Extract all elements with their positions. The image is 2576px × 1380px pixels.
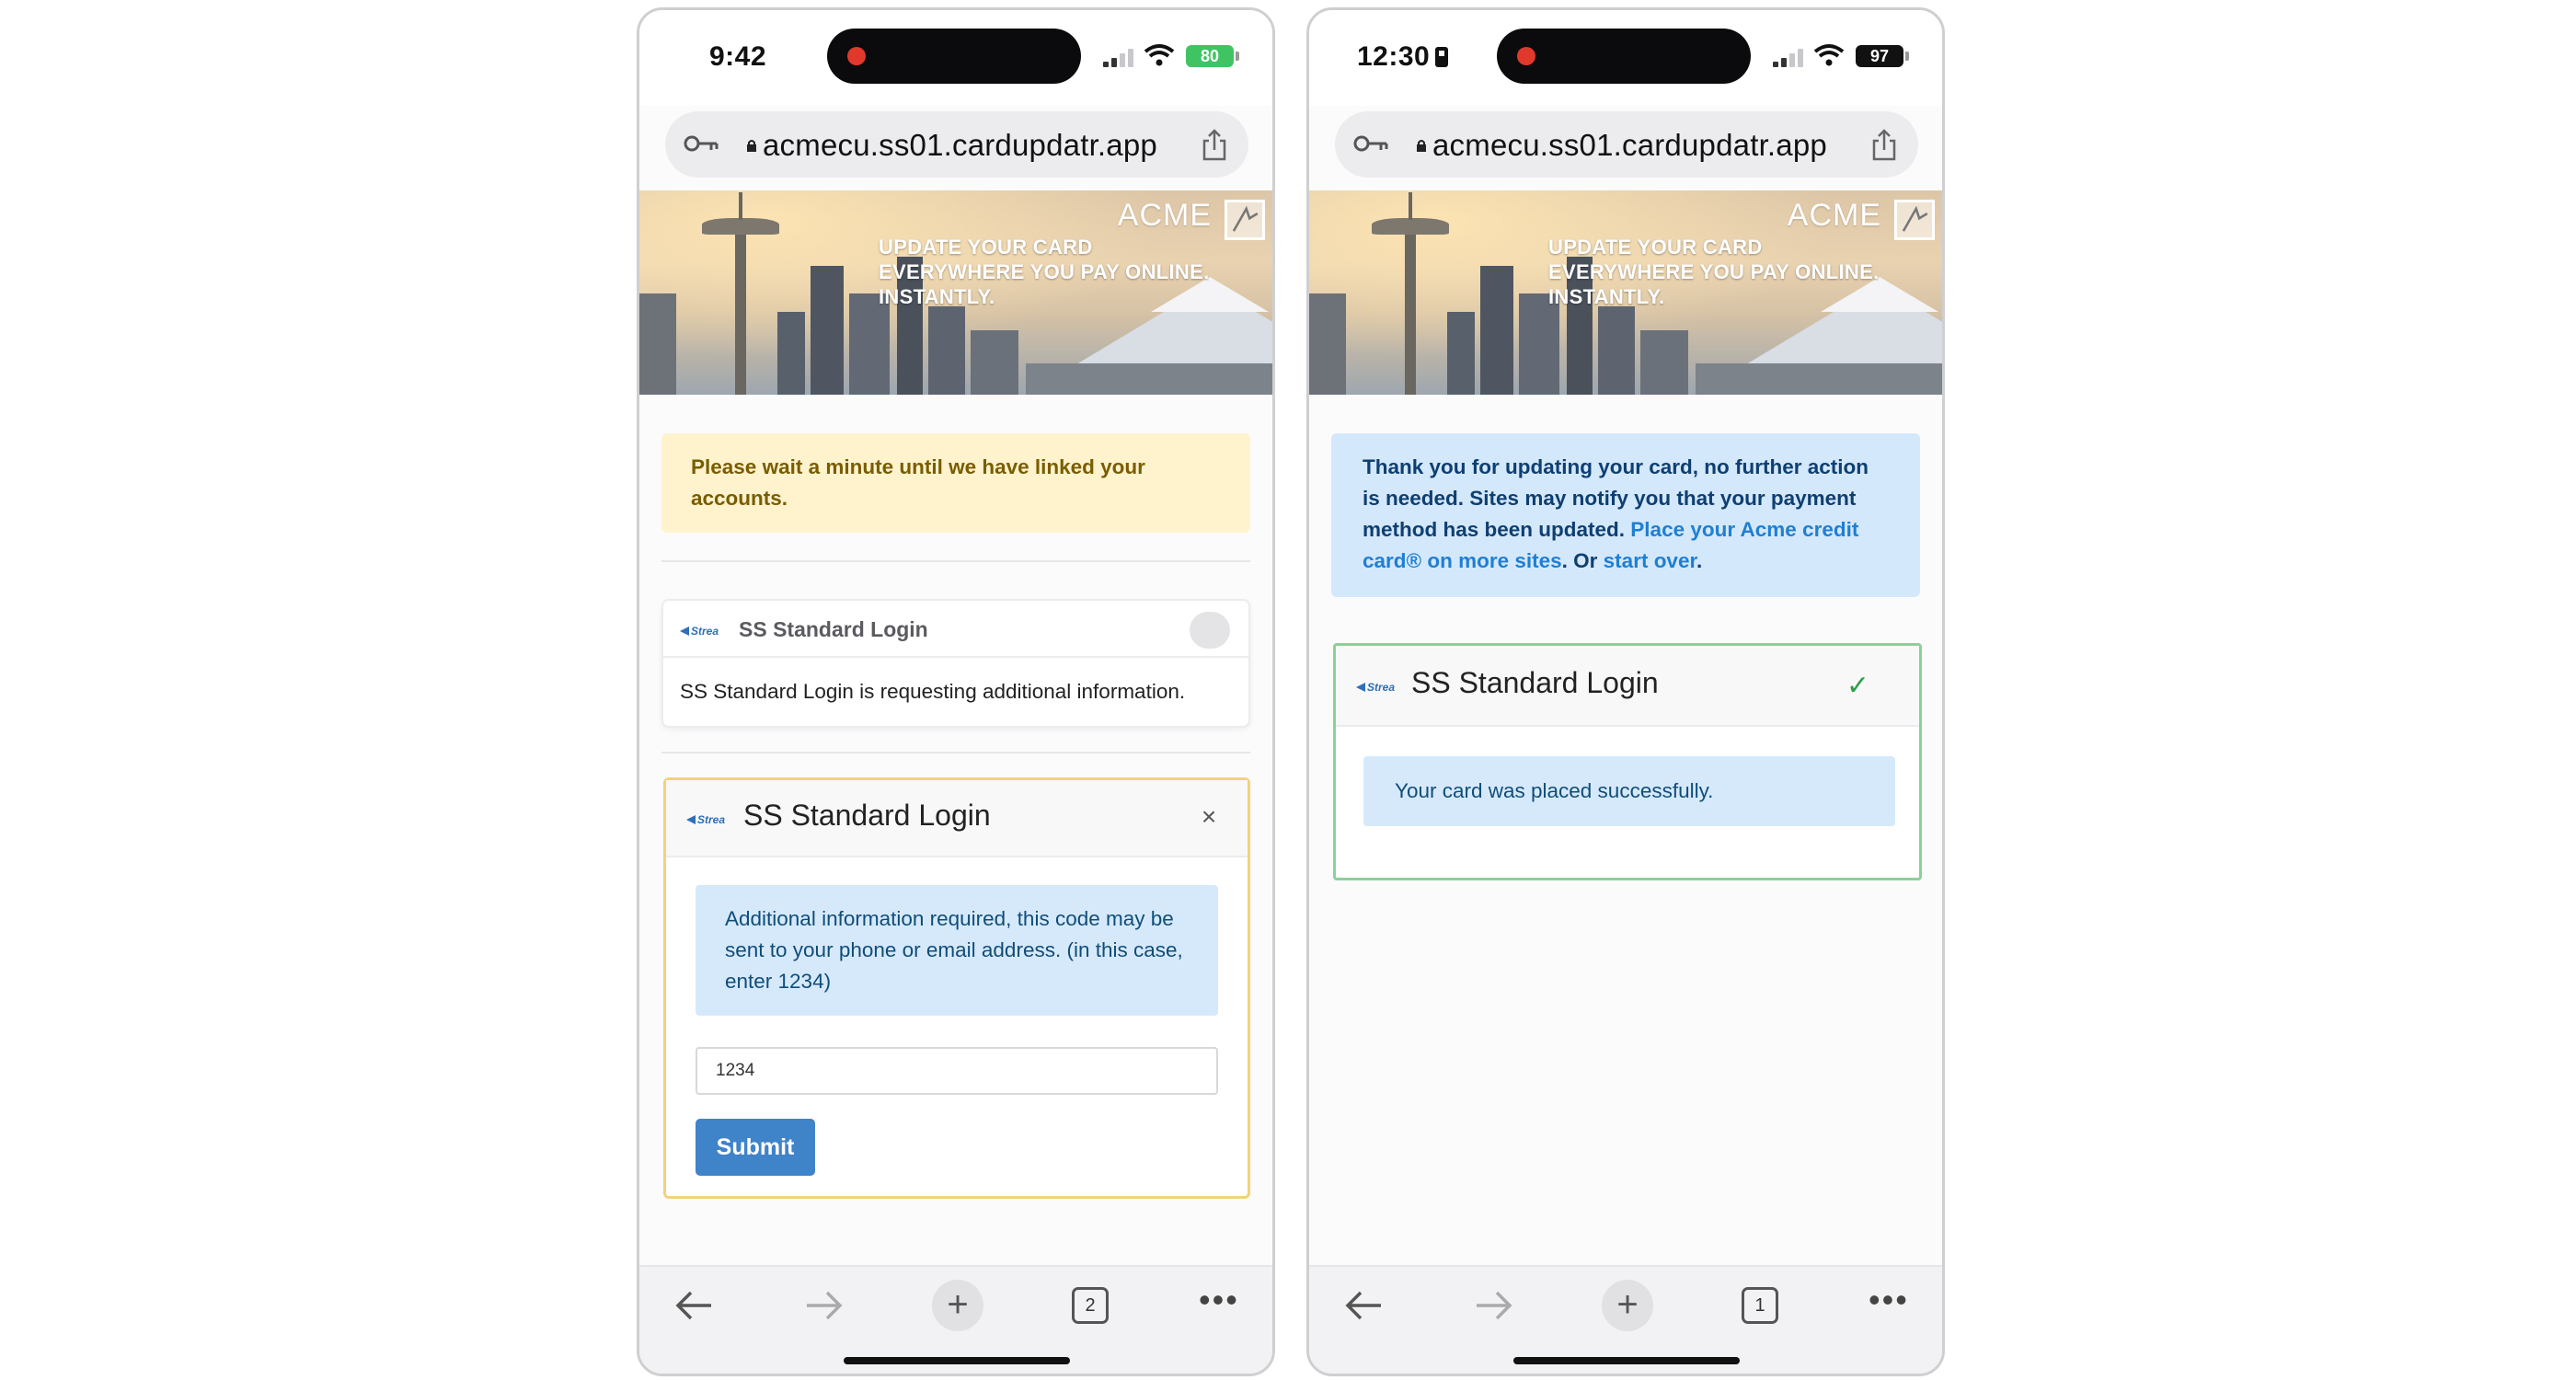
site-logo-icon: Strea bbox=[686, 810, 732, 828]
card-header: Strea SS Standard Login ✓ bbox=[1336, 646, 1919, 727]
check-icon: ✓ bbox=[1846, 671, 1869, 701]
url-text[interactable]: acmecu.ss01.cardupdatr.app bbox=[763, 128, 1157, 163]
back-arrow-icon[interactable] bbox=[673, 1287, 715, 1324]
success-card: Strea SS Standard Login ✓ Your card was … bbox=[1333, 643, 1922, 880]
hero-banner: UPDATE YOUR CARD EVERYWHERE YOU PAY ONLI… bbox=[1309, 190, 1942, 395]
acme-logo-icon bbox=[1894, 200, 1935, 240]
key-icon[interactable] bbox=[684, 132, 720, 155]
address-bar[interactable]: acmecu.ss01.cardupdatr.app bbox=[1335, 111, 1918, 178]
more-icon[interactable]: ••• bbox=[1199, 1283, 1243, 1318]
phone-right: 12:30 97 acmecu.ss01.cardupdatr.app UPDA… bbox=[1306, 7, 1945, 1376]
page-content: Thank you for updating your card, no fur… bbox=[1309, 395, 1942, 1265]
share-icon[interactable] bbox=[1870, 128, 1898, 161]
divider bbox=[661, 752, 1250, 753]
forward-arrow-icon[interactable] bbox=[803, 1287, 845, 1324]
close-icon[interactable]: × bbox=[1196, 804, 1222, 830]
status-time: 12:30 bbox=[1357, 41, 1449, 73]
dynamic-island bbox=[1497, 29, 1751, 84]
mfa-card: Strea SS Standard Login × Additional inf… bbox=[663, 777, 1250, 1199]
lock-icon bbox=[747, 140, 756, 152]
site-logo-icon: Strea bbox=[680, 621, 726, 639]
share-icon[interactable] bbox=[1201, 128, 1228, 161]
battery-icon: 80 bbox=[1186, 45, 1234, 67]
space-needle bbox=[1405, 220, 1416, 395]
tabs-icon[interactable]: 1 bbox=[1742, 1287, 1778, 1324]
divider bbox=[661, 560, 1250, 562]
hero-banner: UPDATE YOUR CARD EVERYWHERE YOU PAY ONLI… bbox=[639, 190, 1272, 395]
success-message: Your card was placed successfully. bbox=[1363, 756, 1895, 826]
page-content: Please wait a minute until we have linke… bbox=[639, 395, 1272, 1265]
brand-name: ACME bbox=[1117, 198, 1212, 233]
browser-toolbar: + 1 ••• bbox=[1309, 1265, 1942, 1374]
key-icon[interactable] bbox=[1353, 132, 1390, 155]
site-status-card: Strea SS Standard Login SS Standard Logi… bbox=[661, 599, 1250, 728]
card-title: SS Standard Login bbox=[743, 799, 991, 832]
card-message: SS Standard Login is requesting addition… bbox=[680, 680, 1186, 703]
recording-dot bbox=[1517, 47, 1535, 65]
signal-icon bbox=[1103, 47, 1136, 67]
url-text[interactable]: acmecu.ss01.cardupdatr.app bbox=[1432, 128, 1827, 163]
card-title: SS Standard Login bbox=[1411, 666, 1659, 699]
start-over-link[interactable]: start over bbox=[1604, 549, 1696, 572]
code-input[interactable] bbox=[696, 1047, 1218, 1095]
card-title: SS Standard Login bbox=[739, 617, 928, 641]
card-header: Strea SS Standard Login × bbox=[666, 780, 1248, 857]
plus-icon[interactable]: + bbox=[1602, 1280, 1653, 1331]
hero-tagline: UPDATE YOUR CARD EVERYWHERE YOU PAY ONLI… bbox=[879, 236, 1210, 308]
wait-alert: Please wait a minute until we have linke… bbox=[661, 433, 1250, 533]
browser-toolbar: + 2 ••• bbox=[639, 1265, 1272, 1374]
sim-icon bbox=[1435, 47, 1449, 67]
mfa-info: Additional information required, this co… bbox=[696, 885, 1218, 1016]
hero-tagline: UPDATE YOUR CARD EVERYWHERE YOU PAY ONLI… bbox=[1548, 236, 1880, 308]
card-header: Strea SS Standard Login bbox=[663, 601, 1248, 658]
space-needle bbox=[735, 220, 746, 395]
battery-icon: 97 bbox=[1856, 45, 1903, 67]
submit-button[interactable]: Submit bbox=[696, 1119, 815, 1176]
back-arrow-icon[interactable] bbox=[1342, 1287, 1385, 1324]
dynamic-island bbox=[827, 29, 1081, 84]
home-indicator bbox=[1513, 1357, 1740, 1364]
status-time: 9:42 bbox=[709, 41, 767, 72]
site-logo-icon: Strea bbox=[1356, 677, 1402, 696]
status-toggle[interactable] bbox=[1190, 612, 1230, 649]
brand-name: ACME bbox=[1787, 198, 1881, 233]
status-bar: 12:30 97 bbox=[1309, 10, 1942, 106]
more-icon[interactable]: ••• bbox=[1869, 1283, 1913, 1318]
thanks-alert: Thank you for updating your card, no fur… bbox=[1331, 433, 1920, 597]
signal-icon bbox=[1773, 47, 1806, 67]
lock-icon bbox=[1417, 140, 1426, 152]
wifi-icon bbox=[1813, 44, 1845, 66]
home-indicator bbox=[844, 1357, 1070, 1364]
plus-icon[interactable]: + bbox=[932, 1280, 983, 1331]
forward-arrow-icon[interactable] bbox=[1473, 1287, 1515, 1324]
acme-logo-icon bbox=[1225, 200, 1265, 240]
phone-left: 9:42 80 acmecu.ss01.cardupdatr.app UPDAT… bbox=[637, 7, 1275, 1376]
tabs-icon[interactable]: 2 bbox=[1072, 1287, 1109, 1324]
status-bar: 9:42 80 bbox=[639, 10, 1272, 106]
wifi-icon bbox=[1144, 44, 1175, 66]
recording-dot bbox=[847, 47, 866, 65]
address-bar[interactable]: acmecu.ss01.cardupdatr.app bbox=[665, 111, 1248, 178]
